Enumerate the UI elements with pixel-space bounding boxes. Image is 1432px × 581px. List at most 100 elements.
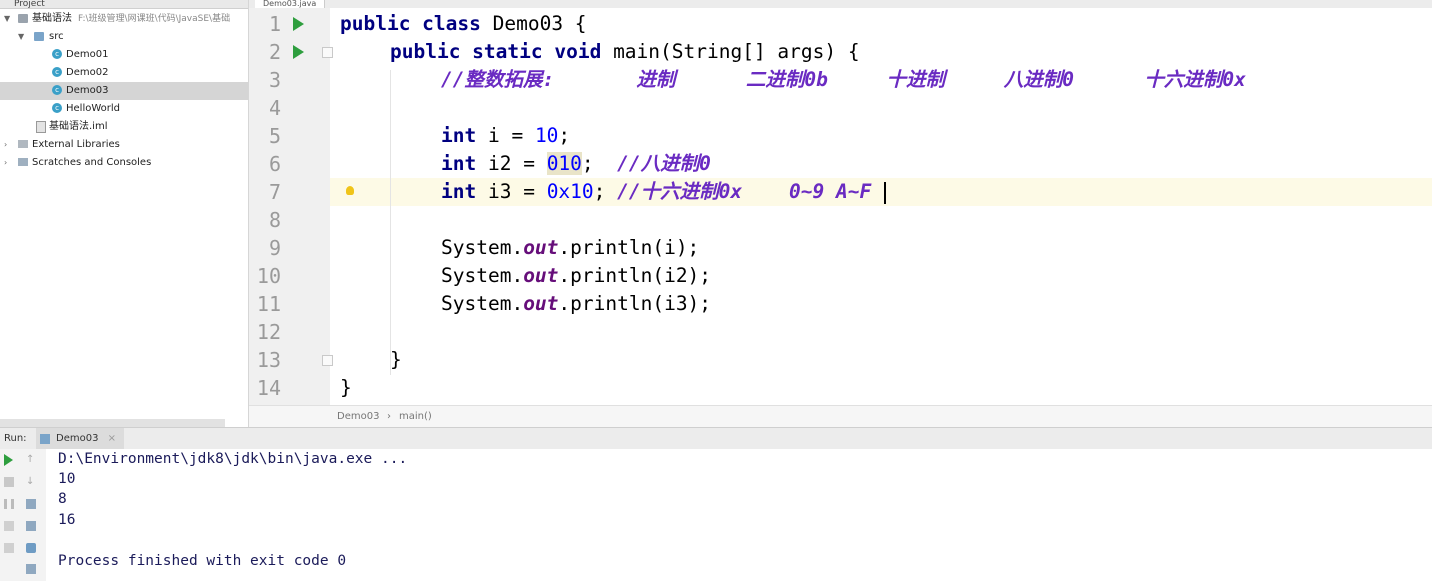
- code-line-1: public class Demo03 {: [340, 10, 587, 38]
- soft-wrap-icon[interactable]: [26, 499, 36, 509]
- tree-item-module[interactable]: ▼ 基础语法 F:\班级管理\网课班\代码\JavaSE\基础: [0, 10, 248, 28]
- run-tab-label: Demo03: [56, 433, 99, 444]
- code-token: .println(i);: [558, 236, 700, 259]
- keyword: public class: [340, 12, 481, 35]
- comment: //十六进制0x 0~9 A~F: [617, 180, 872, 203]
- chevron-right-icon[interactable]: ›: [4, 136, 7, 154]
- breadcrumb-method[interactable]: main(): [399, 406, 432, 428]
- tree-item-helloworld[interactable]: c HelloWorld: [0, 100, 248, 118]
- indent-guide: [390, 70, 391, 375]
- code-token: System.: [441, 264, 524, 287]
- tree-item-demo03[interactable]: c Demo03: [0, 82, 248, 100]
- code-line-13: }: [390, 348, 402, 371]
- lightbulb-icon[interactable]: [346, 186, 354, 195]
- tree-item-iml[interactable]: 基础语法.iml: [0, 118, 248, 136]
- code-token: .println(i2);: [558, 264, 712, 287]
- code-line-14: }: [340, 376, 352, 399]
- code-line-11: System.out.println(i3);: [441, 290, 711, 318]
- tree-item-label: External Libraries: [32, 139, 120, 150]
- code-line-3: //整数拓展: 进制 二进制0b 十进制 八进制0 十六进制0x: [441, 66, 1246, 94]
- line-number: 9: [268, 236, 281, 260]
- code-line-6: int i2 = 010; //八进制0: [441, 150, 711, 178]
- print-icon[interactable]: [26, 521, 36, 531]
- line-number: 11: [256, 292, 281, 316]
- horizontal-scrollbar[interactable]: [0, 419, 225, 427]
- code-token: System.: [441, 236, 524, 259]
- editor-tab-demo03[interactable]: Demo03.java: [255, 0, 326, 8]
- run-panel-header: Run: Demo03 ×: [0, 427, 1432, 451]
- close-icon[interactable]: ×: [108, 433, 116, 444]
- static-field: out: [523, 292, 559, 315]
- tree-item-demo01[interactable]: c Demo01: [0, 46, 248, 64]
- console-line: 10: [58, 471, 76, 487]
- settings-icon[interactable]: [26, 543, 36, 553]
- stop-icon[interactable]: [4, 477, 14, 487]
- code-line-5: int i = 10;: [441, 122, 570, 150]
- line-number: 6: [268, 152, 281, 176]
- number-literal: 010: [546, 152, 582, 175]
- keyword: int: [441, 180, 477, 203]
- code-token: Demo03 {: [480, 12, 587, 35]
- dump-threads-icon[interactable]: [4, 521, 14, 531]
- tree-item-label: Demo01: [66, 49, 109, 60]
- line-number: 4: [268, 96, 281, 120]
- run-tab-demo03[interactable]: Demo03 ×: [36, 428, 125, 450]
- text-cursor: [884, 182, 886, 204]
- tree-item-src[interactable]: ▼ src: [0, 28, 248, 46]
- iml-file-icon: [36, 121, 46, 133]
- line-number: 14: [256, 376, 281, 400]
- exit-icon[interactable]: [4, 543, 14, 553]
- project-panel-header[interactable]: Project: [0, 0, 248, 9]
- line-number: 13: [256, 348, 281, 372]
- code-token: i3 =: [476, 180, 547, 203]
- line-number: 12: [256, 320, 281, 344]
- tree-item-label: HelloWorld: [66, 103, 121, 114]
- chevron-down-icon[interactable]: ▼: [4, 10, 10, 28]
- comment: //八进制0: [617, 152, 711, 175]
- source-folder-icon: [34, 32, 44, 41]
- run-main-icon[interactable]: [293, 45, 304, 59]
- module-path: F:\班级管理\网课班\代码\JavaSE\基础: [78, 14, 231, 24]
- line-number: 7: [268, 180, 281, 204]
- code-line-10: System.out.println(i2);: [441, 262, 711, 290]
- fold-icon[interactable]: [322, 47, 333, 58]
- static-field: out: [523, 264, 559, 287]
- tree-item-demo02[interactable]: c Demo02: [0, 64, 248, 82]
- breadcrumb-class[interactable]: Demo03: [337, 406, 379, 428]
- libraries-icon: [18, 140, 28, 148]
- run-class-icon[interactable]: [293, 17, 304, 31]
- tree-item-label: 基础语法.iml: [49, 121, 108, 132]
- run-toolbar: ↑ ↓: [0, 449, 47, 581]
- project-panel: Project ▼ 基础语法 F:\班级管理\网课班\代码\JavaSE\基础 …: [0, 0, 249, 427]
- code-token: .println(i3);: [558, 292, 712, 315]
- code-token: i2 =: [476, 152, 547, 175]
- tree-item-label: 基础语法: [32, 13, 72, 24]
- code-line-7: int i3 = 0x10; //十六进制0x 0~9 A~F: [441, 178, 871, 206]
- tree-item-external-libraries[interactable]: › External Libraries: [0, 136, 248, 154]
- code-line-9: System.out.println(i);: [441, 234, 699, 262]
- java-class-icon: c: [52, 103, 62, 113]
- keyword: int: [441, 124, 477, 147]
- fold-icon[interactable]: [322, 355, 333, 366]
- tree-item-label: Scratches and Consoles: [32, 157, 152, 168]
- rerun-icon[interactable]: [4, 454, 13, 466]
- console-line: D:\Environment\jdk8\jdk\bin\java.exe ...: [58, 451, 408, 467]
- java-class-icon: c: [52, 85, 62, 95]
- arrow-up-icon[interactable]: ↑: [26, 455, 36, 465]
- tree-item-label: Demo02: [66, 67, 109, 78]
- tree-item-scratches[interactable]: › Scratches and Consoles: [0, 154, 248, 172]
- breadcrumb: Demo03 › main(): [249, 405, 1432, 428]
- java-class-icon: c: [52, 49, 62, 59]
- pause-icon[interactable]: [4, 499, 14, 509]
- keyword: int: [441, 152, 477, 175]
- trash-icon[interactable]: [26, 564, 36, 574]
- line-number: 8: [268, 208, 281, 232]
- keyword: public static void: [390, 40, 602, 63]
- chevron-down-icon[interactable]: ▼: [18, 28, 24, 46]
- arrow-down-icon[interactable]: ↓: [26, 477, 36, 487]
- code-token: ;: [558, 124, 571, 147]
- run-label: Run:: [4, 433, 27, 444]
- static-field: out: [523, 236, 559, 259]
- comment: //整数拓展: 进制 二进制0b 十进制 八进制0 十六进制0x: [441, 68, 1246, 91]
- chevron-right-icon[interactable]: ›: [4, 154, 7, 172]
